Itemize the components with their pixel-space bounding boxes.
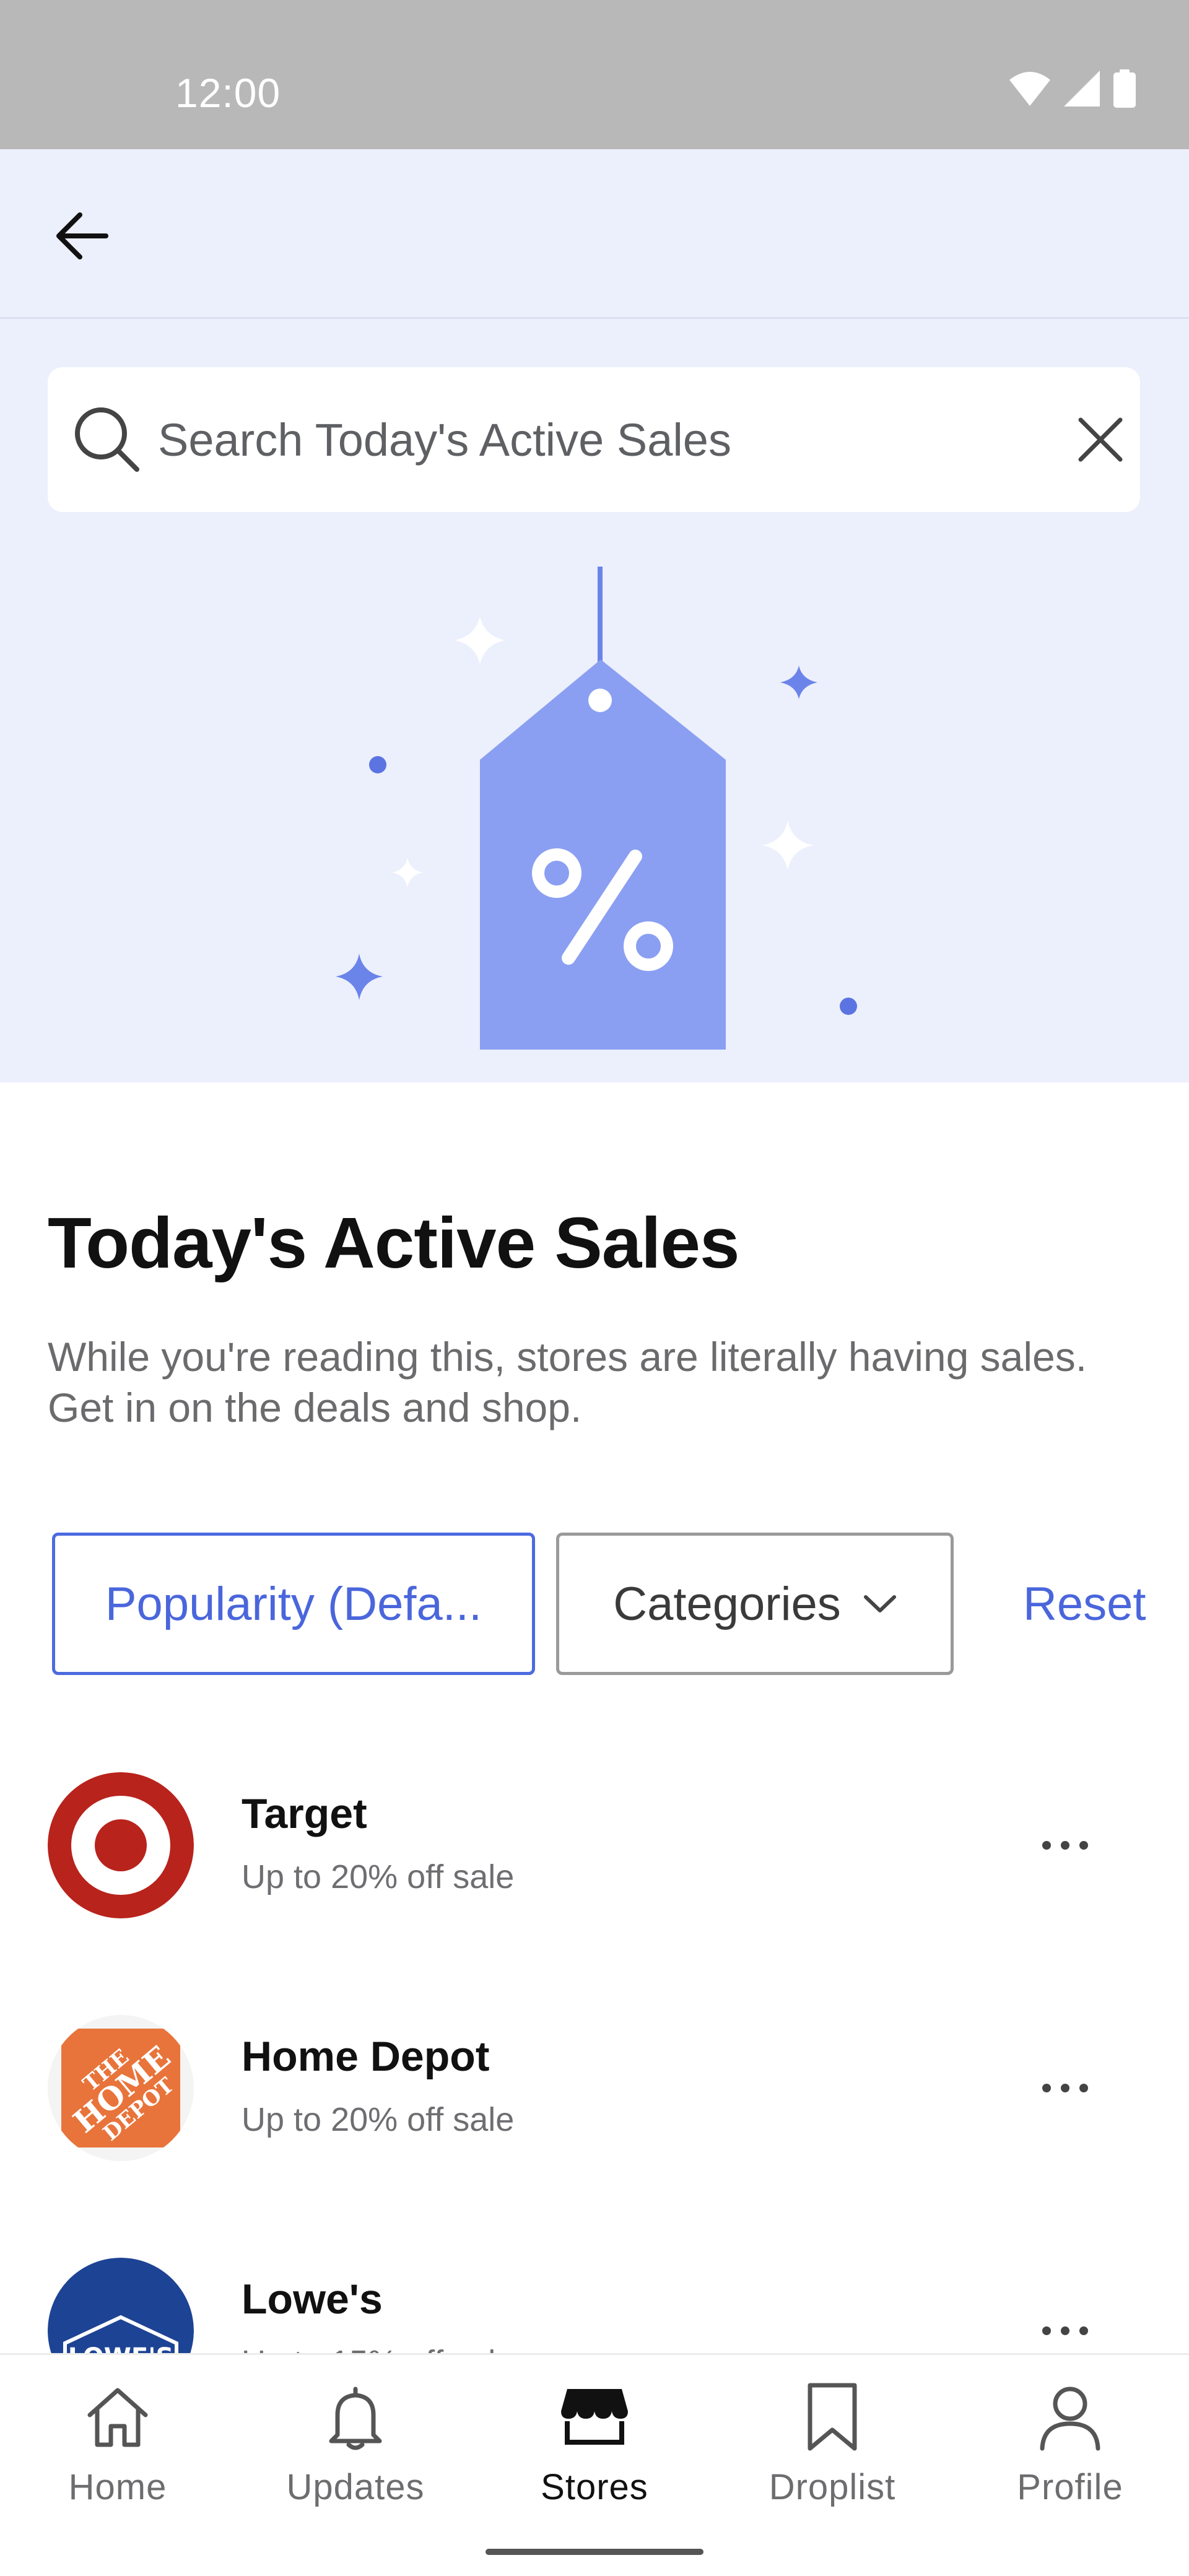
- store-name: Lowe's: [242, 2276, 383, 2323]
- bottom-navigation: Home Updates Stores Droplist Profile: [0, 2353, 1189, 2576]
- categories-label: Categories: [613, 1577, 841, 1630]
- store-name: Home Depot: [242, 2033, 490, 2080]
- chevron-down-icon: [863, 1595, 896, 1612]
- bookmark-icon: [808, 2383, 857, 2451]
- status-icons: [1009, 69, 1136, 108]
- status-time: 12:00: [175, 70, 281, 116]
- home-icon: [87, 2388, 148, 2447]
- target-logo: [48, 1772, 194, 1918]
- store-sale-text: Up to 20% off sale: [242, 1858, 515, 1895]
- hero-banner: [0, 319, 1189, 1082]
- sort-label: Popularity (Defa...: [105, 1577, 482, 1630]
- store-name: Target: [242, 1790, 367, 1837]
- back-button[interactable]: [45, 199, 119, 273]
- more-horizontal-icon: [1042, 1841, 1088, 1850]
- categories-dropdown[interactable]: Categories: [556, 1533, 954, 1675]
- more-options-button[interactable]: [1028, 2051, 1102, 2125]
- app-header: [0, 149, 1189, 319]
- nav-label: Updates: [286, 2467, 425, 2507]
- store-sale-text: Up to 20% off sale: [242, 2101, 515, 2138]
- nav-label: Home: [68, 2467, 167, 2507]
- home-indicator[interactable]: [486, 2549, 703, 2555]
- search-bar[interactable]: [48, 367, 1140, 512]
- page-title: Today's Active Sales: [48, 1203, 740, 1283]
- nav-item-home[interactable]: Home: [25, 2380, 211, 2522]
- home-depot-logo: THE HOME DEPOT: [48, 2015, 194, 2161]
- sale-tag-illustration: [336, 567, 857, 1050]
- nav-item-updates[interactable]: Updates: [263, 2380, 448, 2522]
- person-icon: [1040, 2387, 1100, 2451]
- more-horizontal-icon: [1042, 2084, 1088, 2092]
- battery-icon: [1113, 69, 1136, 108]
- cellular-signal-icon: [1064, 71, 1100, 107]
- storefront-icon: [561, 2389, 628, 2445]
- store-row-home-depot[interactable]: THE HOME DEPOT Home Depot Up to 20% off …: [0, 2008, 1189, 2169]
- status-bar: 12:00: [0, 0, 1189, 149]
- filter-row: Popularity (Defa... Categories Reset: [0, 1531, 1189, 1677]
- page-description: While you're reading this, stores are li…: [48, 1334, 1087, 1430]
- wifi-icon: [1009, 72, 1050, 106]
- nav-item-stores[interactable]: Stores: [502, 2380, 687, 2522]
- search-input[interactable]: [158, 398, 994, 481]
- nav-label: Droplist: [769, 2467, 896, 2507]
- nav-label: Profile: [1017, 2467, 1123, 2507]
- store-row-target[interactable]: Target Up to 20% off sale: [0, 1765, 1189, 1926]
- nav-label: Stores: [541, 2467, 648, 2507]
- bell-icon: [329, 2387, 382, 2450]
- sort-dropdown[interactable]: Popularity (Defa...: [52, 1533, 535, 1675]
- more-horizontal-icon: [1042, 2326, 1088, 2335]
- clear-search-button[interactable]: [1063, 402, 1138, 477]
- arrow-left-icon: [56, 212, 108, 259]
- nav-item-droplist[interactable]: Droplist: [739, 2380, 925, 2522]
- more-options-button[interactable]: [1028, 1808, 1102, 1882]
- nav-item-profile[interactable]: Profile: [977, 2380, 1163, 2522]
- reset-filters-button[interactable]: Reset: [1023, 1533, 1146, 1675]
- search-icon: [75, 407, 139, 472]
- close-icon: [1078, 417, 1123, 462]
